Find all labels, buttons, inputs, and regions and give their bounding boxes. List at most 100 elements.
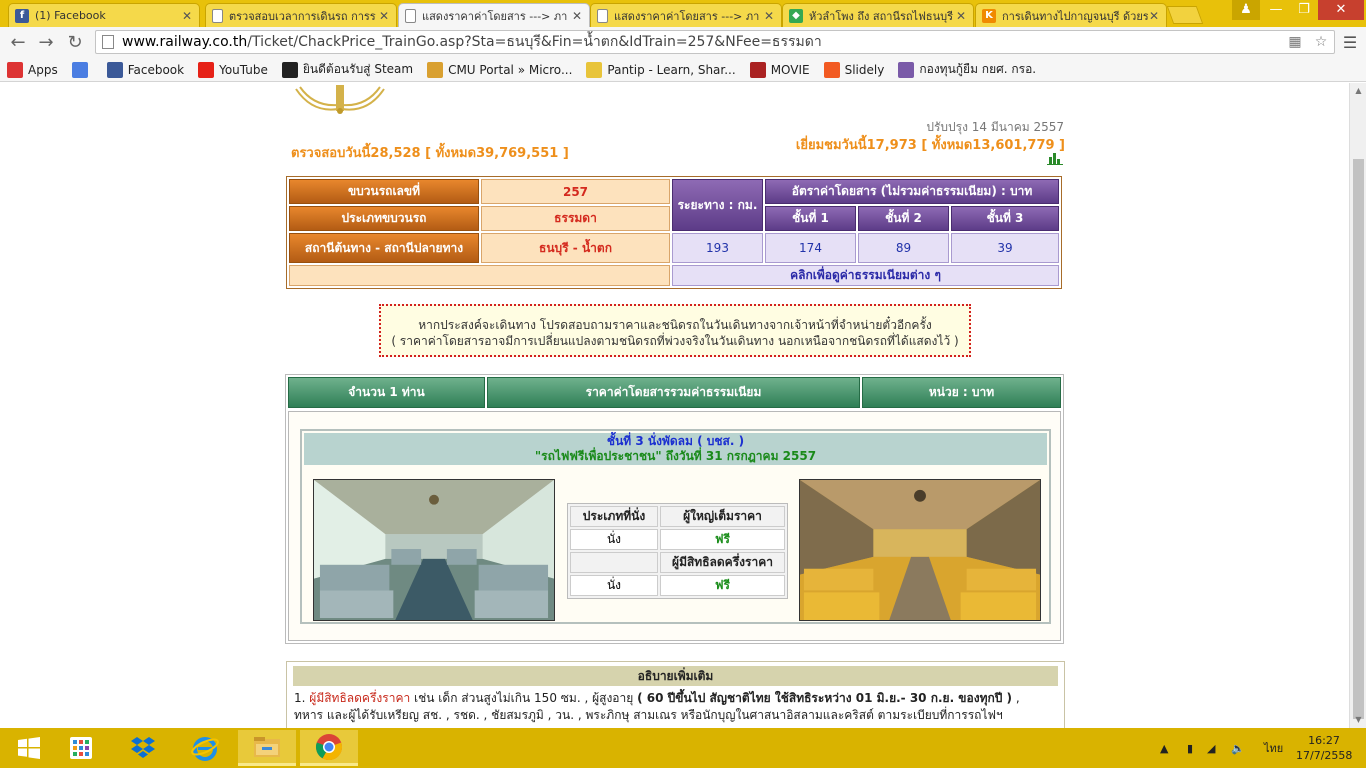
url-text[interactable]: www.railway.co.th/Ticket/ChackPrice_Trai…: [122, 31, 1282, 53]
store-taskbar-icon[interactable]: [52, 730, 110, 766]
seat-class-title: ชั้นที่ 3 นั่งพัดลม ( บชส. ): [606, 434, 745, 448]
browser-tab[interactable]: ◆ หัวลำโพง ถึง สถานีรถไฟธนบุรี ✕: [782, 3, 974, 27]
new-tab-button[interactable]: [1166, 6, 1204, 24]
apps-icon: [7, 61, 23, 78]
scroll-up-arrow-icon[interactable]: ▲: [1350, 83, 1366, 99]
adult-full-header: ผู้ใหญ่เต็มราคา: [660, 506, 785, 527]
volume-icon[interactable]: 🔈: [1231, 728, 1245, 768]
bookmark-item[interactable]: [71, 61, 93, 78]
file-explorer-taskbar-icon[interactable]: [238, 730, 296, 766]
bookmark-item[interactable]: ยินดีต้อนรับสู่ Steam: [281, 60, 413, 79]
taskbar-clock[interactable]: 16:27 17/7/2558: [1296, 733, 1352, 763]
youtube-icon: [198, 61, 215, 78]
maximize-button[interactable]: ❐: [1290, 0, 1318, 20]
fee-link[interactable]: คลิกเพื่อดูค่าธรรมเนียมต่าง ๆ: [672, 265, 1059, 286]
bookmark-label: Facebook: [127, 62, 185, 77]
clock-date: 17/7/2558: [1296, 749, 1353, 762]
close-tab-icon[interactable]: ✕: [571, 9, 583, 23]
chrome-menu-icon[interactable]: ☰: [1340, 33, 1360, 52]
steam-icon: [281, 61, 298, 78]
visit-counter: เยี่ยมชมวันนี้17,973 [ ทั้งหมด13,601,779…: [795, 138, 1065, 153]
bookmark-label: Pantip - Learn, Shar...: [607, 62, 736, 77]
bookmark-item[interactable]: Facebook: [106, 61, 185, 78]
info-text-1: เช่น เด็ก ส่วนสูงไม่เกิน 150 ซม. , ผู้สู…: [410, 691, 638, 705]
back-button[interactable]: ←: [6, 31, 30, 55]
page-scrollbar[interactable]: ▲ ▼: [1349, 83, 1366, 728]
page-viewport: ปรับปรุง 14 มีนาคม 2557 ตรวจสอบวันนี้28,…: [0, 83, 1349, 728]
bookmark-label: MOVIE: [770, 62, 810, 77]
start-button[interactable]: [0, 730, 58, 766]
close-tab-icon[interactable]: ✕: [1148, 9, 1160, 23]
forward-button[interactable]: →: [34, 31, 58, 55]
browser-tab[interactable]: แสดงราคาค่าโดยสาร ---> ภา ✕: [590, 3, 782, 27]
page-icon: [102, 35, 114, 49]
close-tab-icon[interactable]: ✕: [763, 9, 775, 23]
page-icon: [212, 8, 223, 23]
bookmark-item[interactable]: Pantip - Learn, Shar...: [586, 61, 736, 78]
fare-table: ขบวนรถเลขที่ 257 ระยะทาง : กม. อัตราค่าโ…: [286, 176, 1062, 289]
browser-tab[interactable]: แสดงราคาค่าโดยสาร ---> ภา ✕: [398, 3, 590, 27]
bookmark-label: Apps: [28, 62, 58, 77]
bookmark-item[interactable]: Apps: [7, 61, 58, 78]
additional-info-title: อธิบายเพิ่มเติม: [293, 666, 1058, 686]
facebook-icon: f: [15, 8, 29, 23]
seat-title: ชั้นที่ 3 นั่งพัดลม ( บชส. ) "รถไฟฟรีเพื…: [304, 433, 1047, 465]
close-tab-icon[interactable]: ✕: [181, 9, 193, 23]
seat-panel: ชั้นที่ 3 นั่งพัดลม ( บชส. ) "รถไฟฟรีเพื…: [300, 429, 1051, 624]
close-window-button[interactable]: ✕: [1318, 0, 1364, 20]
seat-price-table: ประเภทที่นั่ง ผู้ใหญ่เต็มราคา นั่ง ฟรี ผ…: [567, 503, 788, 599]
class1-fare: 174: [765, 233, 856, 263]
google-plus-icon: [71, 61, 88, 78]
k-icon: K: [982, 8, 996, 23]
train-type-value: ธรรมดา: [481, 206, 670, 231]
bookmark-star-icon[interactable]: ☆: [1308, 34, 1334, 50]
bookmark-item[interactable]: MOVIE: [749, 61, 810, 78]
passenger-count: จำนวน 1 ท่าน: [288, 377, 485, 408]
input-language[interactable]: ไทย: [1264, 728, 1283, 768]
battery-icon[interactable]: ▮: [1187, 728, 1193, 768]
class3-fare: 39: [951, 233, 1059, 263]
network-signal-icon[interactable]: ◢: [1207, 728, 1215, 768]
route-value: ธนบุรี - น้ำตก: [481, 233, 670, 263]
bookmark-item[interactable]: CMU Portal » Micro...: [427, 61, 572, 78]
page-icon: [597, 8, 608, 23]
chrome-taskbar-icon[interactable]: [300, 730, 358, 766]
browser-tab[interactable]: ตรวจสอบเวลาการเดินรถ การร ✕: [205, 3, 397, 27]
bookmark-item[interactable]: Slidely: [823, 61, 885, 78]
notice-line-2: ( ราคาค่าโดยสารอาจมีการเปลี่ยนแปลงตามชนิ…: [391, 334, 959, 348]
check-counter: ตรวจสอบวันนี้28,528 [ ทั้งหมด39,769,551 …: [291, 146, 569, 161]
scroll-thumb[interactable]: [1353, 159, 1364, 719]
bookmark-label: กองทุนกู้ยืม กยศ. กรอ.: [919, 62, 1037, 76]
rate-label: อัตราค่าโดยสาร (ไม่รวมค่าธรรมเนียม) : บา…: [765, 179, 1059, 204]
bookmark-item[interactable]: YouTube: [198, 61, 268, 78]
browser-tab[interactable]: K การเดินทางไปกาญจนบุรี ด้วยร ✕: [975, 3, 1167, 27]
reload-button[interactable]: ↻: [63, 31, 87, 55]
user-icon[interactable]: ♟: [1232, 0, 1260, 20]
movie-icon: [749, 61, 766, 78]
address-bar[interactable]: www.railway.co.th/Ticket/ChackPrice_Trai…: [95, 30, 1335, 54]
fare-incl-fee-label: ราคาค่าโดยสารรวมค่าธรรมเนียม: [487, 377, 860, 408]
scroll-down-arrow-icon[interactable]: ▼: [1350, 712, 1366, 728]
tab-title: แสดงราคาค่าโดยสาร ---> ภา: [614, 9, 760, 23]
info-text-2: ,: [1012, 691, 1020, 705]
minimize-button[interactable]: —: [1262, 0, 1290, 20]
internet-explorer-taskbar-icon[interactable]: [176, 730, 234, 766]
notice-line-1: หากประสงค์จะเดินทาง โปรดสอบถามราคาและชนิ…: [418, 318, 932, 332]
fare-notice: หากประสงค์จะเดินทาง โปรดสอบถามราคาและชนิ…: [379, 304, 971, 357]
class-fare-header: จำนวน 1 ท่าน ราคาค่าโดยสารรวมค่าธรรมเนีย…: [288, 377, 1061, 408]
stats-chart-icon[interactable]: [1047, 151, 1063, 165]
coach-interior-photo-right: [799, 479, 1041, 621]
bookmark-label: Slidely: [844, 62, 885, 77]
browser-tab[interactable]: f (1) Facebook ✕: [8, 3, 200, 27]
additional-info-text: 1. ผู้มีสิทธิลดครึ่งราคา เช่น เด็ก ส่วนส…: [294, 690, 1054, 724]
slidely-icon: [823, 61, 840, 78]
close-tab-icon[interactable]: ✕: [955, 9, 967, 23]
adult-price-cell: ฟรี: [660, 529, 785, 550]
railway-emblem-icon: [295, 85, 385, 114]
translate-icon[interactable]: ▦: [1282, 34, 1308, 50]
train-no-label: ขบวนรถเลขที่: [289, 179, 479, 204]
show-hidden-icons-arrow[interactable]: ▲: [1160, 728, 1168, 768]
dropbox-taskbar-icon[interactable]: [114, 730, 172, 766]
close-tab-icon[interactable]: ✕: [378, 9, 390, 23]
bookmark-item[interactable]: กองทุนกู้ยืม กยศ. กรอ.: [898, 60, 1036, 79]
